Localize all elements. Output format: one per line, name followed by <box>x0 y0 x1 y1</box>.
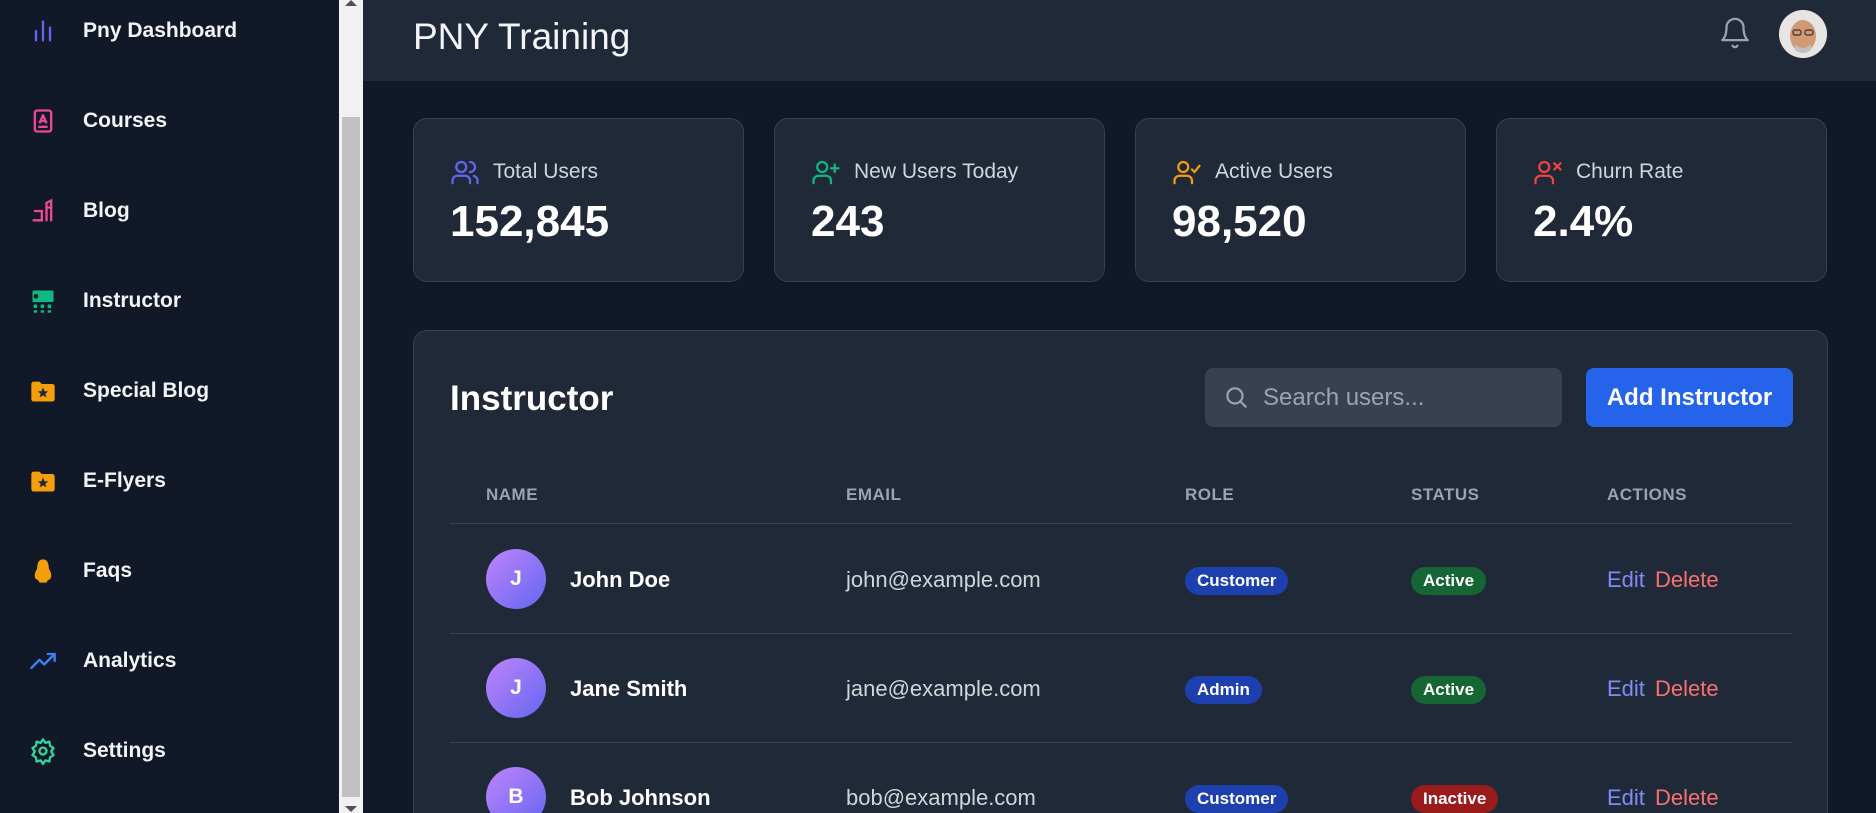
avatar: B <box>486 767 546 813</box>
bell-icon[interactable] <box>1718 16 1752 50</box>
folder-star-icon <box>29 467 57 495</box>
delete-link[interactable]: Delete <box>1655 785 1719 811</box>
user-email: jane@example.com <box>846 676 1041 701</box>
sidebar-item-settings[interactable]: Settings <box>0 721 339 781</box>
user-name: John Doe <box>570 567 671 592</box>
stat-value: 2.4% <box>1533 197 1634 246</box>
stat-label: Churn Rate <box>1576 160 1684 183</box>
user-check-icon <box>1173 160 1201 185</box>
sidebar-item-blog[interactable]: Blog <box>0 181 339 241</box>
table-row: J John Doe john@example.com Customer Act… <box>450 524 1793 633</box>
trending-up-icon <box>29 647 57 675</box>
stat-label: Total Users <box>493 160 599 183</box>
sidebar-item-e-flyers[interactable]: E-Flyers <box>0 451 339 511</box>
delete-link[interactable]: Delete <box>1655 567 1719 593</box>
column-header-email: EMAIL <box>846 485 902 504</box>
column-header-role: ROLE <box>1185 485 1235 504</box>
stat-value: 152,845 <box>450 197 610 246</box>
pen-icon <box>29 197 57 225</box>
folder-star-icon <box>29 377 57 405</box>
sidebar-item-label: Analytics <box>83 649 177 672</box>
sidebar: Pny Dashboard Courses Blog Instructor Sp… <box>0 0 339 813</box>
teacher-icon <box>29 287 57 315</box>
user-name: Jane Smith <box>570 676 688 701</box>
sidebar-item-label: Pny Dashboard <box>83 19 238 42</box>
column-header-status: STATUS <box>1411 485 1480 504</box>
role-badge: Customer <box>1185 785 1289 813</box>
user-plus-icon <box>812 160 840 185</box>
sidebar-item-label: Faqs <box>83 559 133 582</box>
users-icon <box>451 160 479 185</box>
column-header-name: NAME <box>486 485 539 504</box>
delete-link[interactable]: Delete <box>1655 676 1719 702</box>
sidebar-item-faqs[interactable]: Faqs <box>0 541 339 601</box>
sidebar-item-label: Instructor <box>83 289 182 312</box>
sidebar-item-special-blog[interactable]: Special Blog <box>0 361 339 421</box>
status-badge: Active <box>1411 567 1487 595</box>
stat-value: 243 <box>811 197 885 246</box>
edit-link[interactable]: Edit <box>1607 785 1645 811</box>
sidebar-item-dashboard[interactable]: Pny Dashboard <box>0 1 339 61</box>
edit-link[interactable]: Edit <box>1607 567 1645 593</box>
search-box[interactable] <box>1205 368 1562 427</box>
stat-card-total-users: Total Users 152,845 <box>413 118 744 282</box>
top-header: PNY Training <box>363 0 1876 81</box>
table-row: J Jane Smith jane@example.com Admin Acti… <box>450 633 1793 742</box>
role-badge: Customer <box>1185 567 1289 595</box>
book-icon <box>29 107 57 135</box>
scroll-down-arrow[interactable] <box>345 806 357 812</box>
avatar: J <box>486 549 546 609</box>
app-title: PNY Training <box>413 16 631 57</box>
stat-card-new-users: New Users Today 243 <box>774 118 1105 282</box>
search-input[interactable] <box>1263 368 1553 427</box>
sidebar-item-instructor[interactable]: Instructor <box>0 271 339 331</box>
sidebar-item-courses[interactable]: Courses <box>0 91 339 151</box>
gear-icon <box>29 737 57 765</box>
stat-label: New Users Today <box>854 160 1019 183</box>
user-x-icon <box>1534 160 1562 185</box>
bar-chart-icon <box>29 17 57 45</box>
instructor-panel: Instructor Add Instructor NAME EMAIL ROL… <box>413 330 1828 813</box>
add-instructor-button[interactable]: Add Instructor <box>1586 368 1793 427</box>
search-icon <box>1226 387 1247 408</box>
sidebar-item-label: Blog <box>83 199 130 222</box>
scroll-up-arrow[interactable] <box>345 0 357 6</box>
user-email: john@example.com <box>846 567 1041 592</box>
table-row: B Bob Johnson bob@example.com Customer I… <box>450 742 1793 813</box>
stat-card-active-users: Active Users 98,520 <box>1135 118 1466 282</box>
sidebar-scrollbar[interactable] <box>339 0 363 813</box>
column-header-actions: ACTIONS <box>1607 485 1687 504</box>
sidebar-item-analytics[interactable]: Analytics <box>0 631 339 691</box>
sidebar-item-label: Settings <box>83 739 166 762</box>
sidebar-item-label: E-Flyers <box>83 469 166 492</box>
edit-link[interactable]: Edit <box>1607 676 1645 702</box>
avatar: J <box>486 658 546 718</box>
penguin-icon <box>29 557 57 585</box>
role-badge: Admin <box>1185 676 1262 704</box>
user-email: bob@example.com <box>846 785 1036 810</box>
user-avatar[interactable] <box>1779 10 1827 58</box>
stat-value: 98,520 <box>1172 197 1307 246</box>
scroll-thumb[interactable] <box>342 117 360 797</box>
stat-label: Active Users <box>1215 160 1333 183</box>
sidebar-item-label: Special Blog <box>83 379 210 402</box>
status-badge: Inactive <box>1411 785 1499 813</box>
status-badge: Active <box>1411 676 1487 704</box>
user-name: Bob Johnson <box>570 785 711 810</box>
stat-card-churn-rate: Churn Rate 2.4% <box>1496 118 1827 282</box>
panel-title: Instructor <box>450 379 614 418</box>
sidebar-item-label: Courses <box>83 109 168 132</box>
